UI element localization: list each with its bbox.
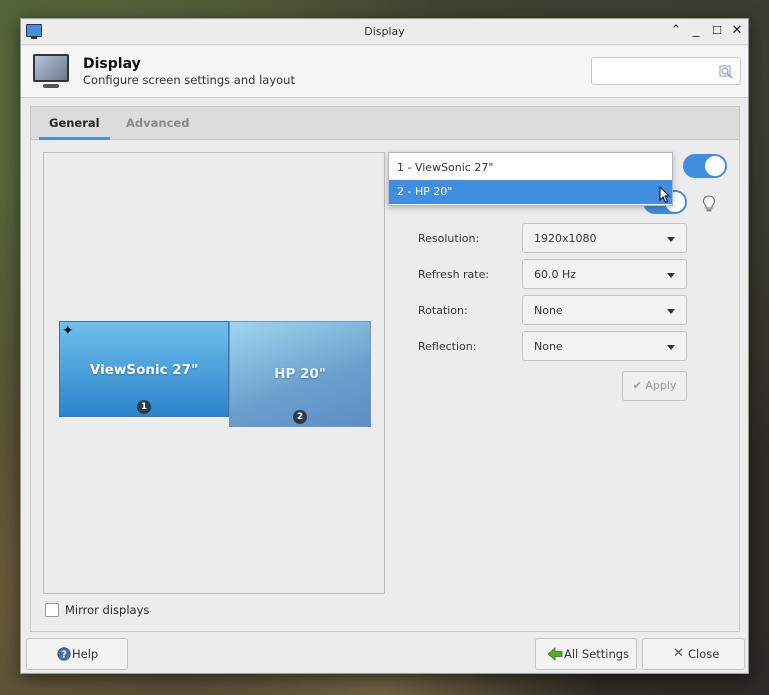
display-layout-preview[interactable]: ✦ ViewSonic 27" 1 HP 20" 2 <box>43 152 385 594</box>
lightbulb-icon[interactable] <box>702 195 716 213</box>
title-bar[interactable]: Display ⌃ _ ☐ ✕ <box>21 19 748 45</box>
dropdown-option-selected[interactable]: 2 - HP 20" <box>389 180 672 204</box>
chevron-down-icon <box>667 237 675 242</box>
svg-text:?: ? <box>61 650 67 661</box>
settings-panel: General Advanced ✦ ViewSonic 27" 1 HP 20… <box>30 106 740 632</box>
display-settings-window: Display ⌃ _ ☐ ✕ Display Configure screen… <box>20 18 749 674</box>
screen-number-badge: 1 <box>137 400 151 414</box>
search-input[interactable] <box>598 58 718 84</box>
primary-star-icon: ✦ <box>62 323 74 339</box>
mirror-displays-checkbox[interactable] <box>45 603 59 617</box>
tab-general[interactable]: General <box>39 107 110 140</box>
search-box[interactable] <box>591 57 741 85</box>
search-icon <box>719 65 733 79</box>
toggle-knob <box>704 155 726 177</box>
checkmark-icon: ✔ <box>632 379 642 392</box>
help-icon: ? <box>57 647 71 661</box>
close-window-button[interactable]: ✕ <box>728 22 746 40</box>
close-button[interactable]: ✕ Close <box>642 638 745 670</box>
apply-label: Apply <box>645 379 677 392</box>
refresh-rate-select[interactable]: 60.0 Hz <box>522 259 687 289</box>
rotation-select[interactable]: None <box>522 295 687 325</box>
tab-general-label: General <box>49 116 100 130</box>
header: Display Configure screen settings and la… <box>21 46 748 98</box>
display-icon <box>33 54 69 82</box>
tab-advanced[interactable]: Advanced <box>126 107 189 140</box>
chevron-down-icon <box>667 273 675 278</box>
help-label: Help <box>72 647 99 661</box>
display-enable-toggle[interactable] <box>683 154 727 178</box>
all-settings-icon <box>547 647 563 661</box>
refresh-rate-label: Refresh rate: <box>418 268 490 281</box>
resolution-value: 1920x1080 <box>534 232 597 245</box>
mouse-cursor-icon <box>659 186 671 204</box>
close-label: Close <box>688 647 720 661</box>
tab-advanced-label: Advanced <box>126 116 190 130</box>
tab-bar: General Advanced <box>31 107 739 140</box>
screen-hp[interactable]: HP 20" 2 <box>229 321 371 427</box>
chevron-down-icon <box>667 345 675 350</box>
maximize-button[interactable]: ☐ <box>708 22 726 40</box>
maximize-up-icon[interactable]: ⌃ <box>667 22 685 40</box>
dropdown-option[interactable]: 1 - ViewSonic 27" <box>389 156 672 180</box>
reflection-value: None <box>534 340 563 353</box>
close-icon: ✕ <box>673 646 684 661</box>
refresh-rate-value: 60.0 Hz <box>534 268 577 281</box>
window-title: Display <box>364 25 405 38</box>
display-select-dropdown[interactable]: 1 - ViewSonic 27" 2 - HP 20" <box>388 152 673 206</box>
screen-name: ViewSonic 27" <box>89 362 199 378</box>
resolution-select[interactable]: 1920x1080 <box>522 223 687 253</box>
reflection-label: Reflection: <box>418 340 477 353</box>
minimize-button[interactable]: _ <box>687 22 705 40</box>
resolution-label: Resolution: <box>418 232 480 245</box>
all-settings-button[interactable]: All Settings <box>535 638 637 670</box>
apply-button[interactable]: ✔ Apply <box>622 371 687 401</box>
screen-name: HP 20" <box>274 366 326 382</box>
display-icon-stand <box>43 84 59 88</box>
reflection-select[interactable]: None <box>522 331 687 361</box>
all-settings-label: All Settings <box>564 647 630 661</box>
help-button[interactable]: ? Help <box>26 638 128 670</box>
page-title: Display <box>83 56 141 72</box>
screen-number-badge: 2 <box>293 410 307 424</box>
mirror-displays-label: Mirror displays <box>65 603 150 617</box>
page-subtitle: Configure screen settings and layout <box>83 73 295 87</box>
rotation-label: Rotation: <box>418 304 468 317</box>
screen-viewsonic[interactable]: ✦ ViewSonic 27" 1 <box>59 321 229 417</box>
rotation-value: None <box>534 304 563 317</box>
chevron-down-icon <box>667 309 675 314</box>
